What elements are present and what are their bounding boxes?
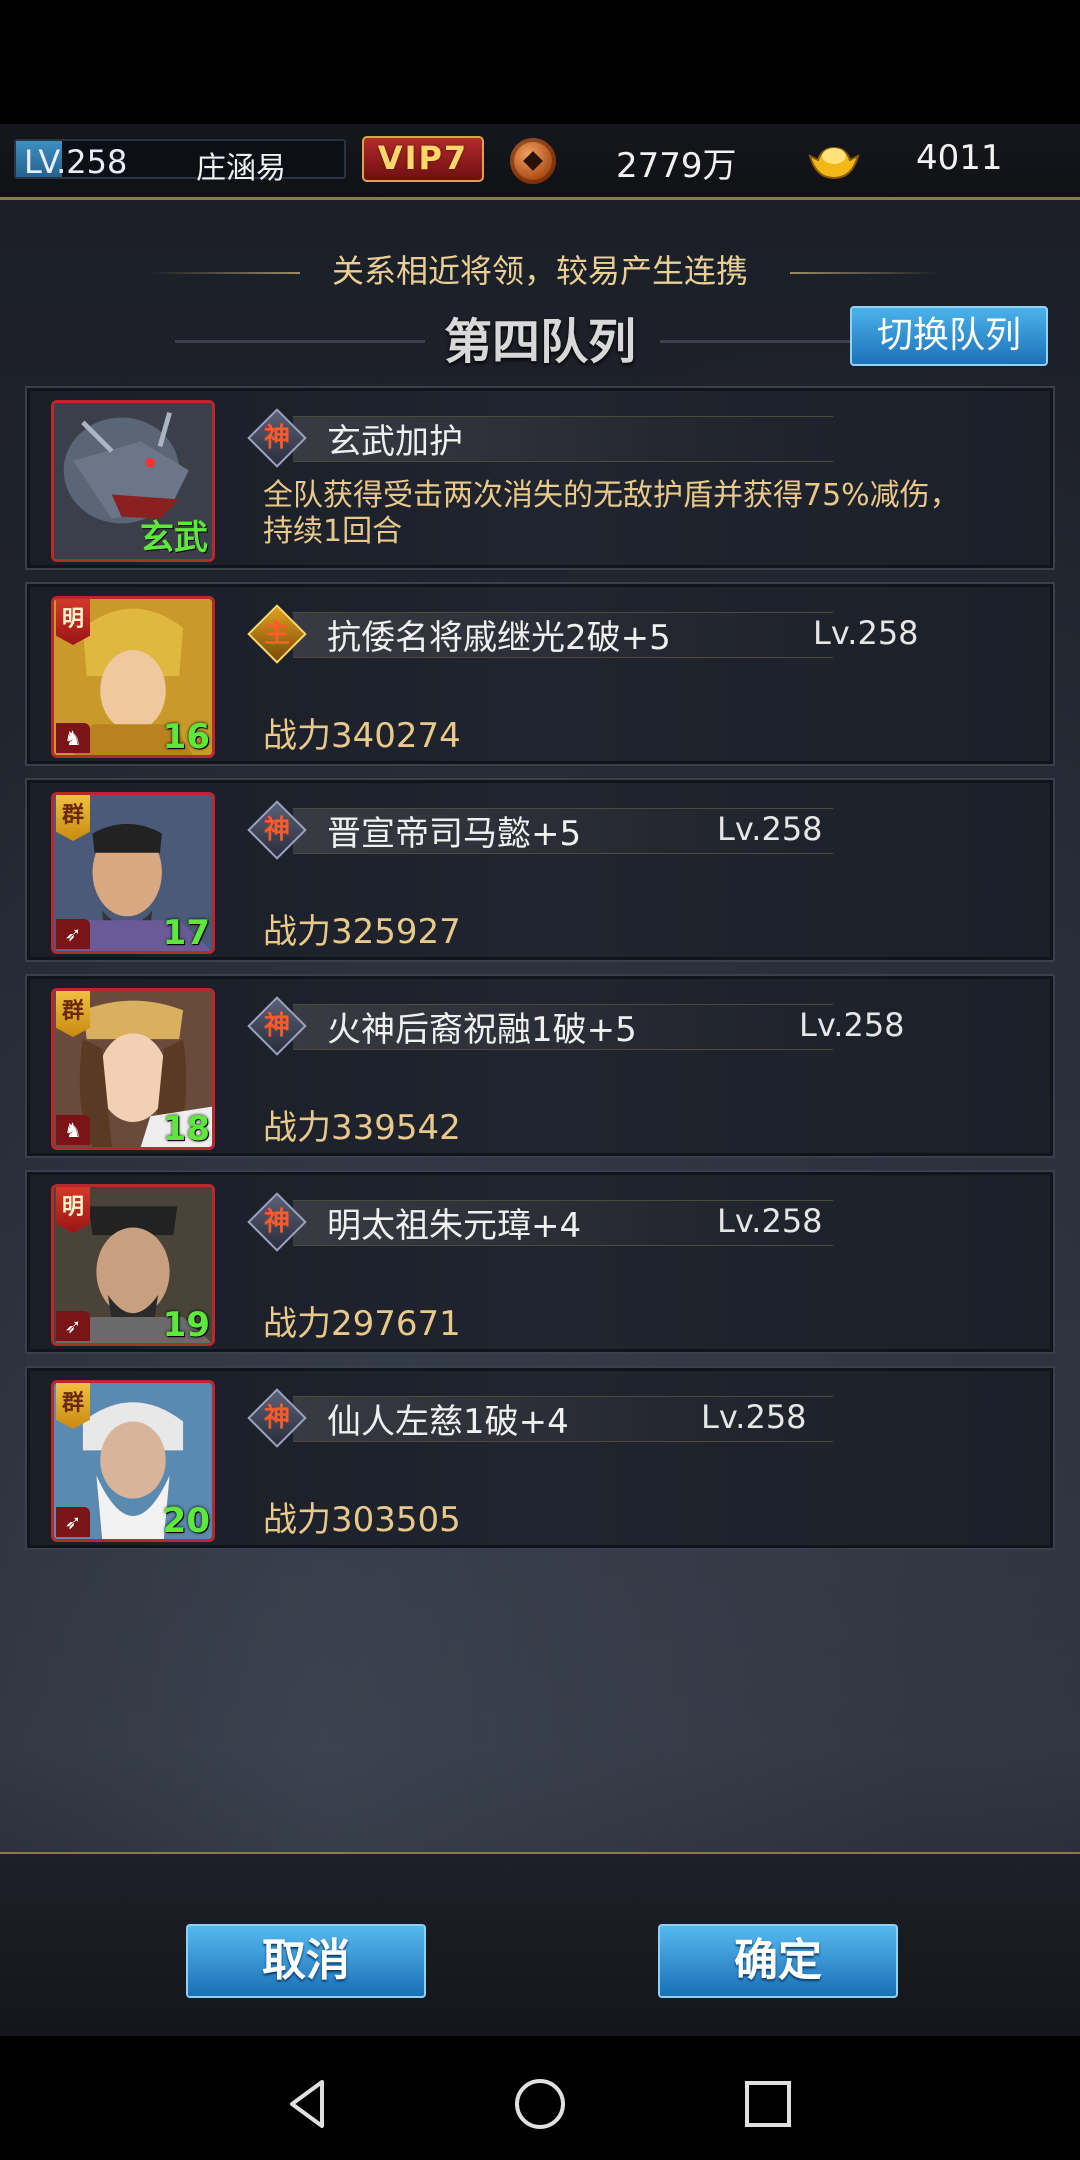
general-portrait[interactable]: 群 ♞ 18 <box>51 988 215 1150</box>
general-power: 战力297671 <box>263 1304 461 1344</box>
faction-tag: 群 <box>56 1383 90 1429</box>
switch-team-button[interactable]: 切换队列 <box>850 306 1048 366</box>
vip-badge[interactable]: VIP7 <box>362 136 484 182</box>
general-level: Lv.258 <box>799 1006 905 1044</box>
god-badge-icon: 神 <box>247 1192 307 1252</box>
general-portrait[interactable]: 明 ♞ 16 <box>51 596 215 758</box>
class-icon: ➶ <box>56 1311 90 1341</box>
general-card[interactable]: 群 ➶ 17 神 晋宣帝司马懿+5 Lv.258 战力325927 <box>25 778 1055 962</box>
slot-number: 17 <box>162 913 210 953</box>
general-power: 战力340274 <box>263 716 461 756</box>
recents-icon[interactable] <box>738 2074 798 2134</box>
general-portrait[interactable]: 群 ➶ 20 <box>51 1380 215 1542</box>
general-card[interactable]: 明 ➶ 19 神 明太祖朱元璋+4 Lv.258 战力297671 <box>25 1170 1055 1354</box>
status-bar: LV.258 庄涵易 VIP7 2779万 4011 <box>0 124 1080 200</box>
lord-badge-icon: 主 <box>247 604 307 664</box>
general-power: 战力325927 <box>263 912 461 952</box>
level-bar: LV.258 庄涵易 <box>14 139 346 186</box>
god-badge-icon: 神 <box>247 800 307 860</box>
system-nav-bar <box>0 2036 1080 2160</box>
coin-amount: 2779万 <box>616 146 737 186</box>
class-icon: ♞ <box>56 723 90 753</box>
slot-number: 20 <box>162 1501 210 1541</box>
general-name: 晋宣帝司马懿+5 <box>327 814 582 854</box>
general-portrait[interactable]: 群 ➶ 17 <box>51 792 215 954</box>
general-card[interactable]: 群 ➶ 20 神 仙人左慈1破+4 Lv.258 战力303505 <box>25 1366 1055 1550</box>
class-icon: ➶ <box>56 1507 90 1537</box>
class-icon: ♞ <box>56 1115 90 1145</box>
general-power: 战力339542 <box>263 1108 461 1148</box>
god-badge-icon: 神 <box>247 1388 307 1448</box>
general-name: 明太祖朱元璋+4 <box>327 1206 582 1246</box>
class-icon: ➶ <box>56 919 90 949</box>
slot-number: 19 <box>162 1305 210 1345</box>
faction-tag: 明 <box>56 599 90 645</box>
copper-coin-icon <box>510 138 556 184</box>
cancel-button[interactable]: 取消 <box>186 1924 426 1998</box>
god-badge-icon: 神 <box>247 996 307 1056</box>
home-icon[interactable] <box>510 2074 570 2134</box>
general-name: 抗倭名将戚继光2破+5 <box>327 618 671 658</box>
general-name: 仙人左慈1破+4 <box>327 1402 569 1442</box>
gold-ingot-icon <box>808 146 860 180</box>
skill-name: 玄武加护 <box>327 422 463 462</box>
general-level: Lv.258 <box>717 1202 823 1240</box>
general-portrait[interactable]: 明 ➶ 19 <box>51 1184 215 1346</box>
general-card[interactable]: 群 ♞ 18 神 火神后裔祝融1破+5 Lv.258 战力339542 <box>25 974 1055 1158</box>
gold-amount: 4011 <box>916 138 1003 178</box>
faction-tag: 明 <box>56 1187 90 1233</box>
general-level: Lv.258 <box>813 614 919 652</box>
slot-number: 18 <box>162 1109 210 1149</box>
back-icon[interactable] <box>278 2074 338 2134</box>
beast-label: 玄武 <box>140 518 208 558</box>
general-power: 战力303505 <box>263 1500 461 1540</box>
confirm-button[interactable]: 确定 <box>658 1924 898 1998</box>
slot-number: 16 <box>162 717 210 757</box>
general-name: 火神后裔祝融1破+5 <box>327 1010 637 1050</box>
action-bar <box>0 1854 1080 2036</box>
beast-card[interactable]: 玄武 神 玄武加护 全队获得受击两次消失的无敌护盾并获得75%减伤，持续1回合 <box>25 386 1055 570</box>
god-badge-icon: 神 <box>247 408 307 468</box>
faction-tag: 群 <box>56 795 90 841</box>
general-level: Lv.258 <box>701 1398 807 1436</box>
skill-description: 全队获得受击两次消失的无敌护盾并获得75%减伤，持续1回合 <box>263 478 960 549</box>
player-name: 庄涵易 <box>196 151 286 186</box>
general-level: Lv.258 <box>717 810 823 848</box>
player-level: LV.258 <box>24 143 128 181</box>
general-card[interactable]: 明 ♞ 16 主 抗倭名将戚继光2破+5 Lv.258 战力340274 <box>25 582 1055 766</box>
beast-portrait[interactable]: 玄武 <box>51 400 215 562</box>
hint-text: 关系相近将领，较易产生连携 <box>331 252 748 290</box>
faction-tag: 群 <box>56 991 90 1037</box>
game-screen: LV.258 庄涵易 VIP7 2779万 4011 关系相近将领，较易产生连携… <box>0 124 1080 2036</box>
